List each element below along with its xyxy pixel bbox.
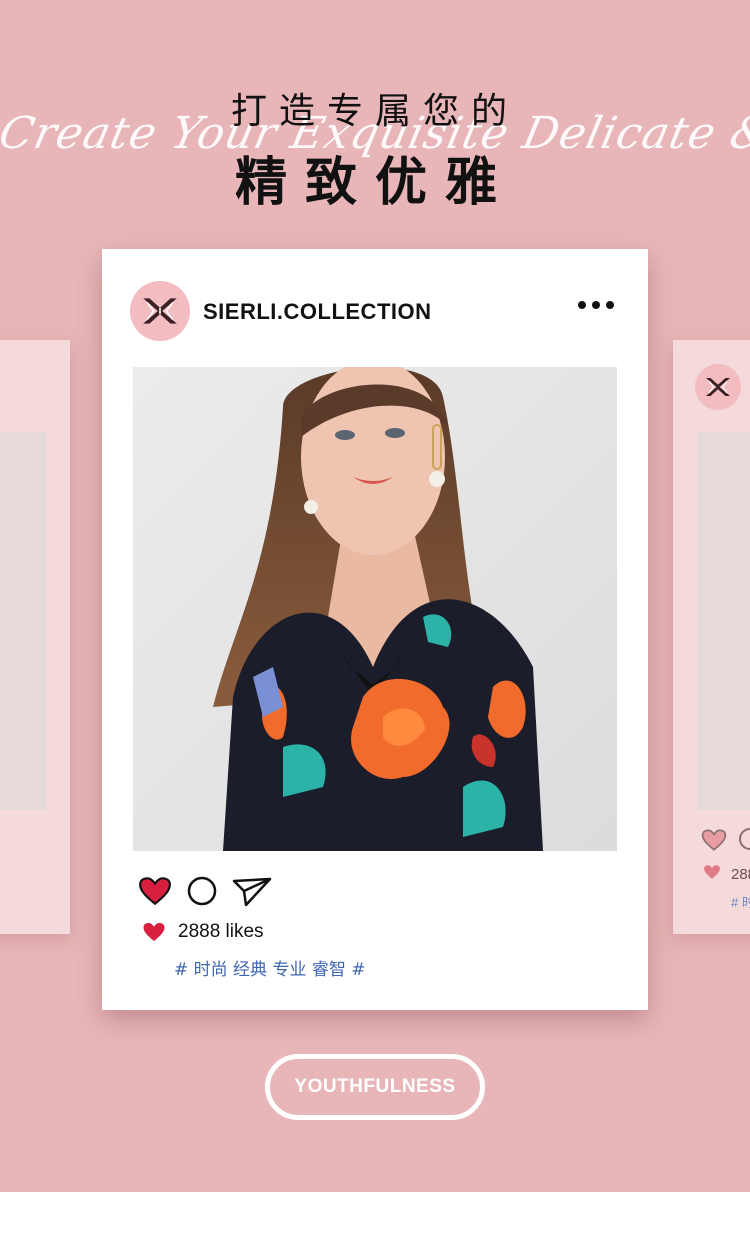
heading-line-1: 打造专属您的	[230, 91, 519, 132]
brand-logo-icon	[706, 378, 730, 396]
brand-logo-icon	[143, 298, 177, 324]
hashtags[interactable]: # 时尚 经典 专业 睿智 #	[174, 955, 366, 980]
heart-icon[interactable]	[138, 876, 172, 906]
heart-icon	[704, 865, 720, 879]
side-card-right-photo	[697, 432, 750, 810]
likes-count: 2888 likes	[178, 921, 264, 942]
account-avatar[interactable]	[130, 281, 190, 341]
youthfulness-button[interactable]: YOUTHFULNESS	[265, 1054, 485, 1120]
side-card-right-avatar	[695, 364, 741, 410]
side-card-left	[0, 340, 70, 934]
likes-row: 2888 likes	[142, 921, 264, 943]
comment-icon[interactable]	[186, 875, 218, 907]
heading-line-2: 精致优雅	[234, 153, 515, 213]
heart-icon	[701, 829, 727, 851]
post-card: SIERLI.COLLECTION 2888 likes # 时尚 经典 专业 …	[102, 249, 648, 1010]
side-card-right: 288 # 时	[673, 340, 750, 934]
heart-icon	[143, 923, 165, 941]
page-background: Create Your Exquisite Delicate & Eleganc…	[0, 0, 750, 1192]
side-card-left-photo	[0, 432, 47, 810]
youthfulness-label: YOUTHFULNESS	[294, 1076, 456, 1097]
more-options-icon[interactable]	[578, 301, 614, 309]
account-name[interactable]: SIERLI.COLLECTION	[203, 299, 432, 325]
post-actions	[138, 875, 272, 907]
footer-strip	[0, 1192, 750, 1242]
comment-icon	[739, 828, 750, 850]
share-icon[interactable]	[232, 875, 272, 907]
side-card-likes: 288	[731, 866, 750, 883]
post-photo	[133, 367, 617, 851]
side-card-tags: # 时	[731, 895, 750, 910]
